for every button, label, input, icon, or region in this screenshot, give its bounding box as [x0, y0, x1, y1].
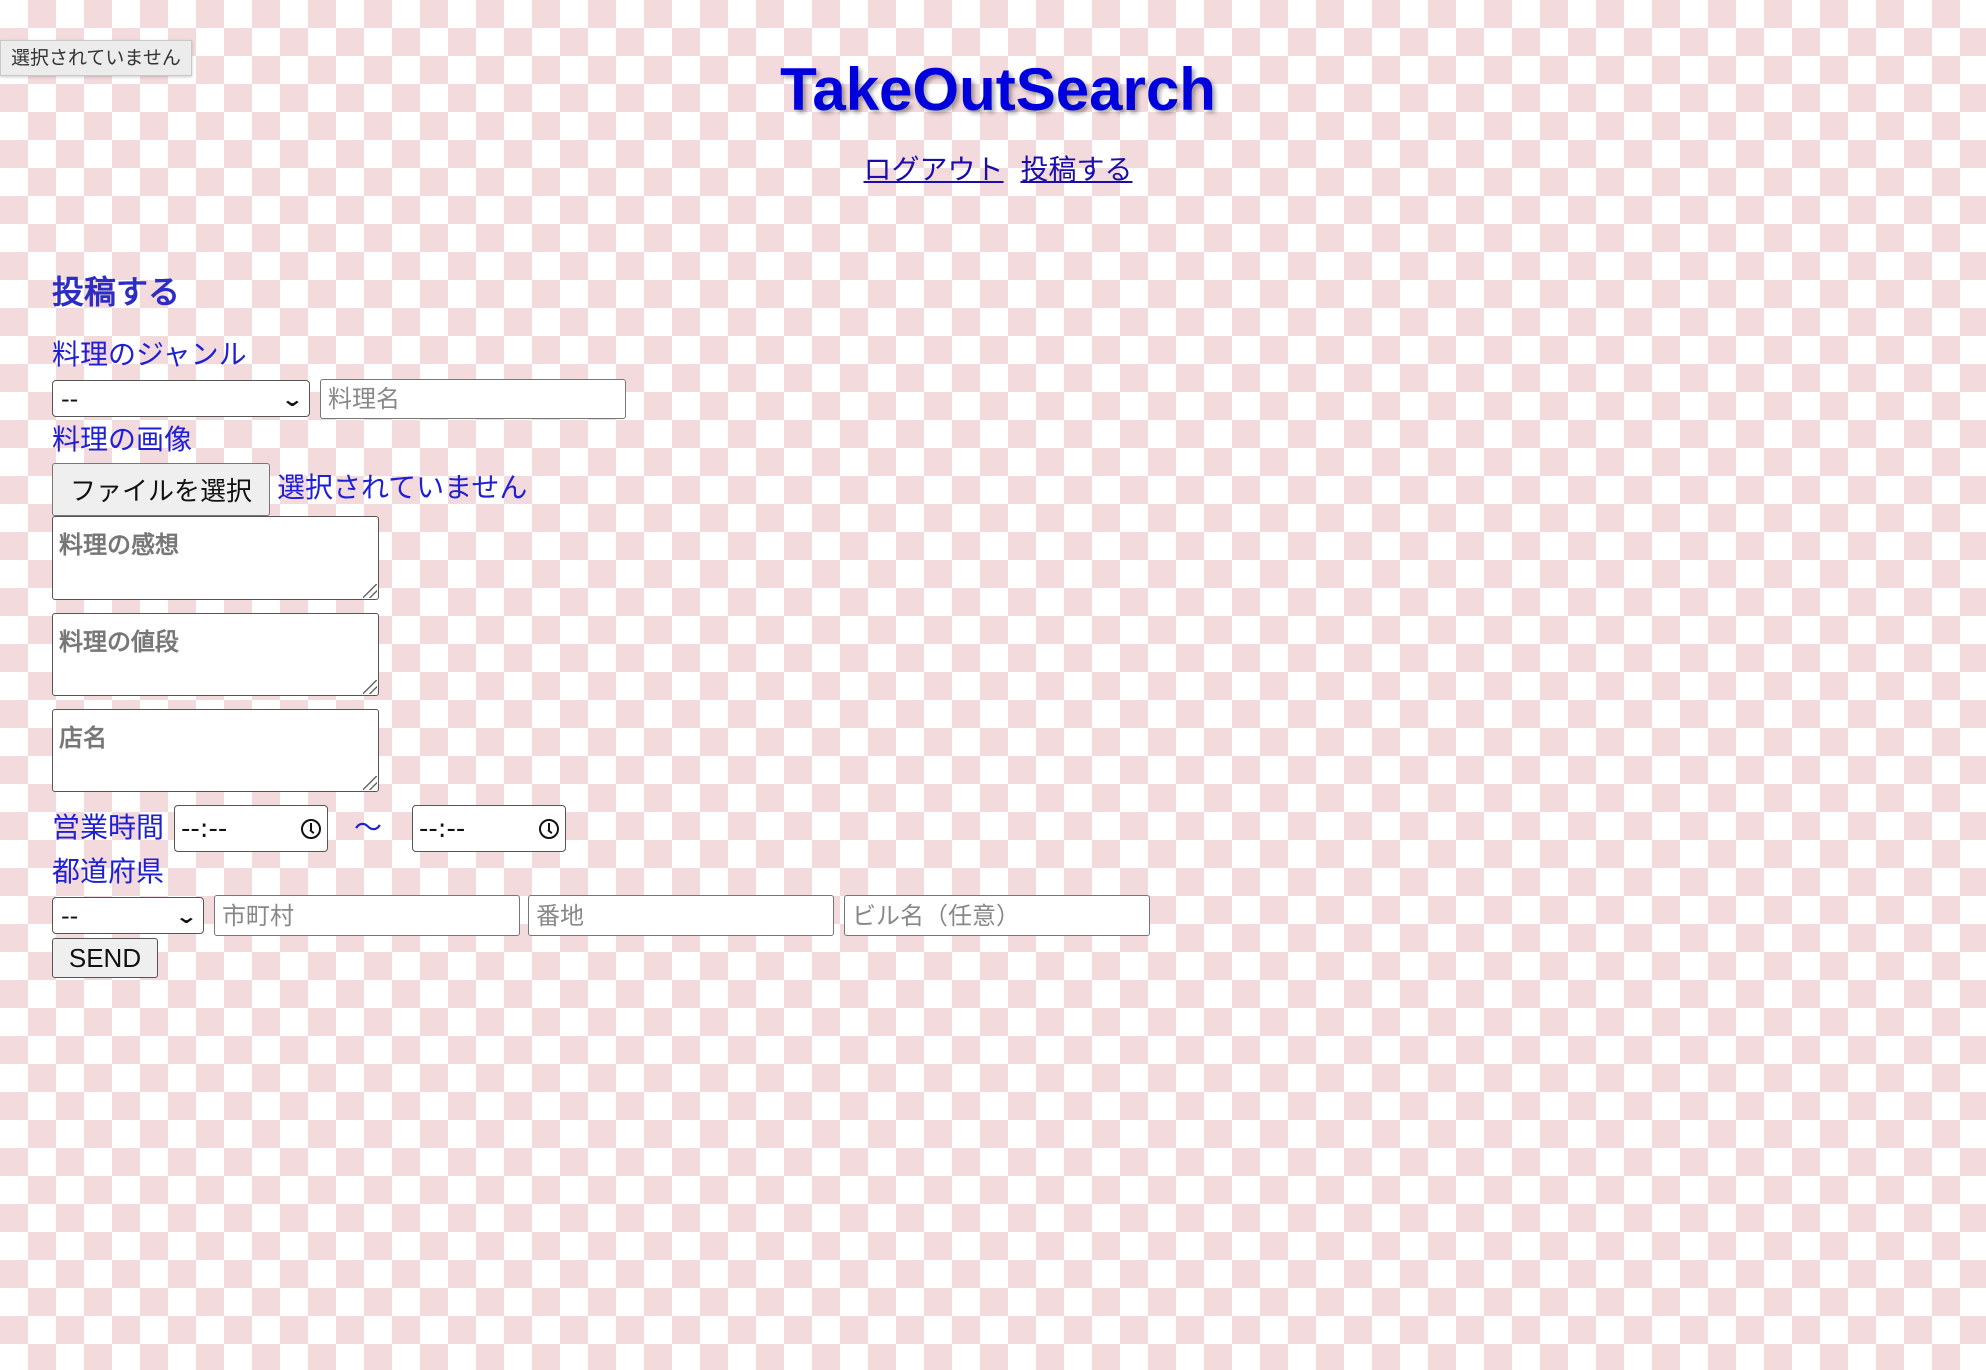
- shop-name-textarea[interactable]: [52, 709, 379, 792]
- time-range-separator: 〜: [354, 811, 383, 844]
- shop-textarea-wrap: [52, 709, 379, 792]
- site-title: TakeOutSearch: [780, 56, 1216, 123]
- open-time-input[interactable]: --:--: [174, 805, 328, 852]
- close-time-input[interactable]: --:--: [412, 805, 566, 852]
- file-status-text: 選択されていません: [277, 471, 528, 504]
- resize-handle-icon[interactable]: [363, 584, 377, 598]
- close-time-value: --:--: [419, 813, 466, 844]
- impression-textarea-wrap: [52, 516, 379, 600]
- prefecture-select-value: --: [61, 901, 79, 930]
- chevron-down-icon: ⌄: [280, 386, 305, 411]
- hours-label: 営業時間: [52, 811, 165, 844]
- logout-link[interactable]: ログアウト: [864, 153, 1004, 186]
- top-nav: ログアウト 投稿する: [0, 150, 1986, 190]
- genre-label: 料理のジャンル: [52, 338, 247, 371]
- city-input[interactable]: [214, 895, 520, 936]
- dish-name-input[interactable]: [320, 379, 626, 419]
- clock-icon[interactable]: [301, 818, 321, 839]
- prefecture-label: 都道府県: [52, 855, 165, 888]
- open-time-value: --:--: [181, 813, 228, 844]
- genre-select-value: --: [61, 384, 79, 413]
- impression-textarea[interactable]: [52, 516, 379, 600]
- price-textarea-wrap: [52, 613, 379, 696]
- post-form-heading: 投稿する: [52, 273, 181, 311]
- street-address-input[interactable]: [528, 895, 834, 936]
- image-label: 料理の画像: [52, 423, 193, 456]
- post-link[interactable]: 投稿する: [1020, 153, 1132, 186]
- send-button[interactable]: SEND: [52, 938, 158, 978]
- resize-handle-icon[interactable]: [363, 776, 377, 790]
- prefecture-select[interactable]: -- ⌄: [52, 897, 204, 934]
- chevron-down-icon: ⌄: [174, 903, 199, 928]
- building-name-input[interactable]: [844, 895, 1150, 936]
- genre-select[interactable]: -- ⌄: [52, 380, 310, 417]
- price-textarea[interactable]: [52, 613, 379, 696]
- clock-icon[interactable]: [539, 818, 559, 839]
- resize-handle-icon[interactable]: [363, 680, 377, 694]
- choose-file-button[interactable]: ファイルを選択: [52, 463, 270, 516]
